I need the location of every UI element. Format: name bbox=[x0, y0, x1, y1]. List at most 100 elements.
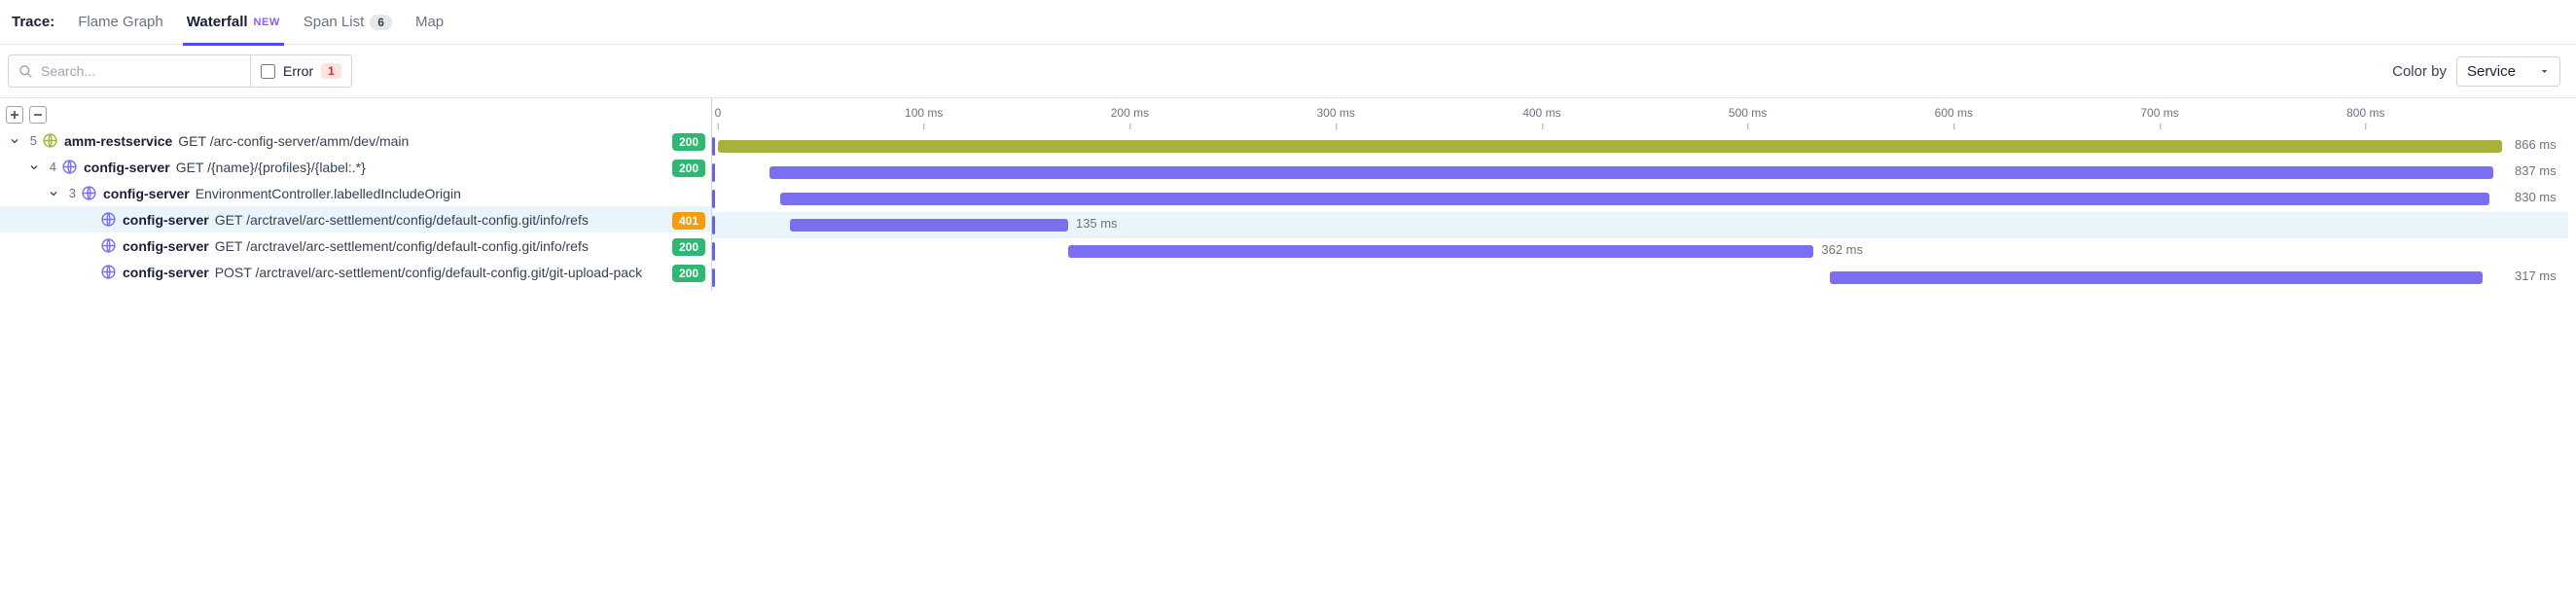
error-checkbox[interactable] bbox=[261, 64, 275, 79]
chevron-down-icon[interactable] bbox=[25, 161, 43, 173]
span-bar[interactable] bbox=[769, 166, 2493, 179]
error-label: Error bbox=[283, 63, 313, 79]
tab-span-list[interactable]: Span List 6 bbox=[304, 0, 392, 45]
span-bar-row[interactable]: 866 ms bbox=[712, 133, 2568, 160]
service-name: config-server bbox=[123, 265, 209, 280]
operation-name: GET /arc-config-server/amm/dev/main bbox=[178, 133, 664, 149]
duration-label: 866 ms bbox=[2515, 137, 2557, 152]
span-tree-column: 5 amm-restservice GET /arc-config-server/a… bbox=[0, 98, 712, 291]
toolbar: Error 1 Color by Service bbox=[0, 45, 2576, 98]
axis-tick: 200 ms bbox=[1111, 106, 1149, 120]
axis-tick: 100 ms bbox=[905, 106, 943, 120]
span-row[interactable]: config-server GET /arctravel/arc-settleme… bbox=[0, 206, 711, 233]
service-name: amm-restservice bbox=[64, 133, 172, 149]
status-badge: 200 bbox=[672, 265, 705, 282]
operation-name: GET /arctravel/arc-settlement/config/def… bbox=[215, 238, 664, 254]
axis-tick: 700 ms bbox=[2140, 106, 2178, 120]
collapse-all-button[interactable] bbox=[29, 106, 47, 124]
color-by-value: Service bbox=[2467, 63, 2516, 80]
globe-icon bbox=[41, 132, 58, 150]
root-marker bbox=[712, 163, 715, 182]
child-count: 4 bbox=[43, 160, 60, 174]
globe-icon bbox=[99, 211, 117, 229]
root-marker bbox=[712, 190, 715, 208]
chevron-down-icon bbox=[2539, 66, 2550, 77]
status-badge: 200 bbox=[672, 133, 705, 151]
tab-label: Span List bbox=[304, 14, 365, 30]
span-bar[interactable] bbox=[1830, 271, 2483, 284]
tabs-label: Trace: bbox=[12, 14, 54, 30]
globe-icon bbox=[60, 159, 78, 176]
search-icon bbox=[18, 64, 33, 79]
globe-icon bbox=[99, 264, 117, 281]
axis-tick: 500 ms bbox=[1729, 106, 1767, 120]
operation-name: GET /{name}/{profiles}/{label:.*} bbox=[176, 160, 664, 175]
span-rows: 5 amm-restservice GET /arc-config-server/a… bbox=[0, 127, 711, 285]
service-name: config-server bbox=[123, 212, 209, 228]
service-name: config-server bbox=[84, 160, 170, 175]
span-row[interactable]: 4 config-server GET /{name}/{profiles}/{la… bbox=[0, 154, 711, 180]
chevron-down-icon[interactable] bbox=[6, 135, 23, 147]
trace-tabs: Trace: Flame Graph Waterfall NEW Span Li… bbox=[0, 0, 2576, 45]
axis-tick: 800 ms bbox=[2346, 106, 2384, 120]
span-row[interactable]: config-server POST /arctravel/arc-settlem… bbox=[0, 259, 711, 285]
span-row[interactable]: 3 config-server EnvironmentController.labe… bbox=[0, 180, 711, 206]
duration-label: 362 ms bbox=[1821, 242, 1863, 257]
duration-label: 837 ms bbox=[2515, 163, 2557, 178]
child-count: 3 bbox=[62, 186, 80, 200]
tab-waterfall[interactable]: Waterfall NEW bbox=[187, 0, 280, 45]
operation-name: POST /arctravel/arc-settlement/config/de… bbox=[215, 265, 664, 280]
duration-label: 830 ms bbox=[2515, 190, 2557, 204]
timeline-axis: 0100 ms200 ms300 ms400 ms500 ms600 ms700… bbox=[712, 98, 2568, 133]
span-bar[interactable] bbox=[718, 140, 2502, 153]
root-marker bbox=[712, 137, 715, 156]
globe-icon bbox=[80, 185, 97, 202]
status-badge: 200 bbox=[672, 238, 705, 256]
color-by-label: Color by bbox=[2392, 63, 2447, 80]
span-bar-row[interactable]: 837 ms bbox=[712, 160, 2568, 186]
tab-map[interactable]: Map bbox=[415, 0, 444, 45]
span-bar[interactable] bbox=[1068, 245, 1813, 258]
tab-label: Waterfall bbox=[187, 14, 248, 30]
tab-label: Map bbox=[415, 14, 444, 30]
tab-flame-graph[interactable]: Flame Graph bbox=[78, 0, 163, 45]
span-bar-row[interactable]: 135 ms bbox=[712, 212, 2568, 238]
span-bar[interactable] bbox=[780, 193, 2489, 205]
axis-tick: 400 ms bbox=[1522, 106, 1560, 120]
status-badge: 200 bbox=[672, 160, 705, 177]
duration-label: 317 ms bbox=[2515, 269, 2557, 283]
span-row[interactable]: config-server GET /arctravel/arc-settleme… bbox=[0, 233, 711, 259]
minus-icon bbox=[33, 110, 43, 120]
tree-toolbar bbox=[0, 98, 711, 127]
search-input[interactable] bbox=[41, 63, 240, 79]
chevron-down-icon[interactable] bbox=[45, 188, 62, 199]
color-by-group: Color by Service bbox=[2392, 56, 2568, 87]
error-filter[interactable]: Error 1 bbox=[250, 55, 351, 87]
span-bar[interactable] bbox=[790, 219, 1068, 232]
operation-name: EnvironmentController.labelledIncludeOri… bbox=[196, 186, 705, 201]
axis-tick: 600 ms bbox=[1935, 106, 1973, 120]
color-by-select[interactable]: Service bbox=[2456, 56, 2560, 87]
status-badge: 401 bbox=[672, 212, 705, 230]
service-name: config-server bbox=[123, 238, 209, 254]
span-bar-row[interactable]: 362 ms bbox=[712, 238, 2568, 265]
new-badge: NEW bbox=[254, 17, 280, 28]
duration-label: 135 ms bbox=[1076, 216, 1118, 231]
span-bars: 866 ms 837 ms 830 ms 135 ms 362 ms 317 ms bbox=[712, 133, 2568, 291]
search-group: Error 1 bbox=[8, 54, 352, 88]
span-bar-row[interactable]: 317 ms bbox=[712, 265, 2568, 291]
axis-tick: 300 ms bbox=[1316, 106, 1354, 120]
expand-all-button[interactable] bbox=[6, 106, 23, 124]
span-bar-row[interactable]: 830 ms bbox=[712, 186, 2568, 212]
operation-name: GET /arctravel/arc-settlement/config/def… bbox=[215, 212, 664, 228]
root-marker bbox=[712, 216, 715, 234]
root-marker bbox=[712, 269, 715, 287]
count-badge: 6 bbox=[370, 15, 392, 30]
service-name: config-server bbox=[103, 186, 190, 201]
error-count-badge: 1 bbox=[321, 63, 341, 79]
root-marker bbox=[712, 242, 715, 261]
timeline-column: 0100 ms200 ms300 ms400 ms500 ms600 ms700… bbox=[712, 98, 2576, 291]
span-row[interactable]: 5 amm-restservice GET /arc-config-server/a… bbox=[0, 127, 711, 154]
search-input-wrap[interactable] bbox=[9, 55, 250, 87]
child-count: 5 bbox=[23, 133, 41, 148]
